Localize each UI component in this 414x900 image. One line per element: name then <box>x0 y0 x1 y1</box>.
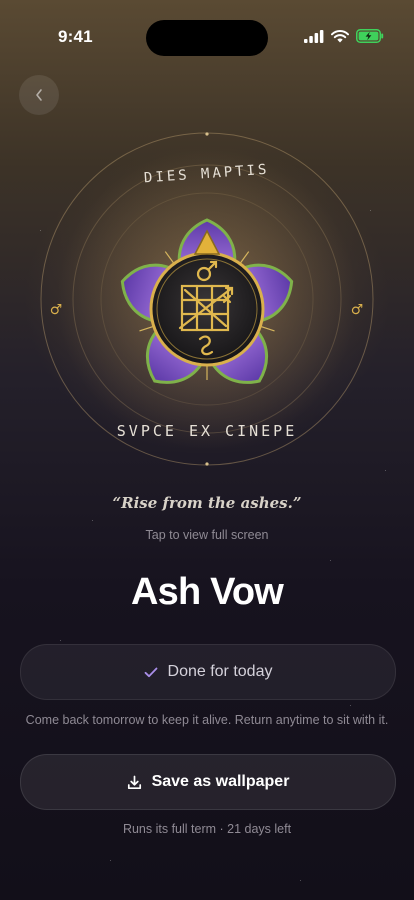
status-bar: 9:41 <box>0 0 414 56</box>
sigil-artwork[interactable]: DIES MAPTIS SVPCE EX CINEPE ♂ ♂ <box>0 128 414 478</box>
chevron-left-icon <box>36 89 42 101</box>
term-remaining-text: Runs its full term · 21 days left <box>122 822 292 836</box>
done-for-today-button[interactable]: Done for today <box>20 644 396 700</box>
return-note: Come back tomorrow to keep it alive. Ret… <box>25 713 389 727</box>
sigil-bottom-inscription: SVPCE EX CINEPE <box>117 422 297 440</box>
battery-charging-icon <box>356 29 384 43</box>
page-title: Ash Vow <box>130 571 284 613</box>
download-icon <box>127 775 141 789</box>
save-as-wallpaper-button[interactable]: Save as wallpaper <box>20 754 396 810</box>
back-button[interactable] <box>19 75 59 115</box>
tap-fullscreen-hint[interactable]: Tap to view full screen <box>0 528 414 542</box>
done-for-today-label: Done for today <box>167 663 273 680</box>
wifi-icon <box>331 29 349 42</box>
save-as-wallpaper-label: Save as wallpaper <box>151 773 290 790</box>
cellular-signal-icon <box>304 29 324 43</box>
check-icon <box>144 667 157 677</box>
status-icons <box>304 29 384 43</box>
status-time: 9:41 <box>58 27 93 46</box>
sigil-quote: “Rise from the ashes.” <box>112 494 302 512</box>
mars-symbol-right: ♂ <box>351 302 364 318</box>
mars-symbol-left: ♂ <box>50 302 63 318</box>
dynamic-island <box>146 20 268 56</box>
